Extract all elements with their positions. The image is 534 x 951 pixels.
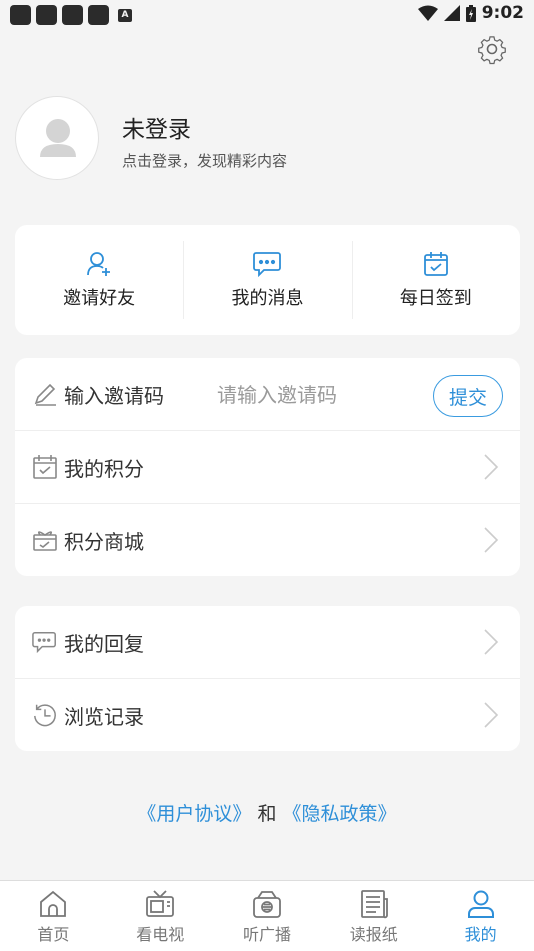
tab-radio[interactable]: 听广播 xyxy=(214,881,321,951)
my-points-label: 我的积分 xyxy=(64,456,144,481)
battery-icon xyxy=(465,4,476,22)
my-messages-label: 我的消息 xyxy=(231,288,304,309)
newspaper-icon xyxy=(360,890,388,919)
invite-code-label: 输入邀请码 xyxy=(64,383,164,408)
tab-label: 听广播 xyxy=(242,925,291,944)
chevron-right-icon xyxy=(484,454,499,480)
home-icon xyxy=(40,890,67,917)
notification-icon xyxy=(88,5,109,25)
status-bar: A 9:02 xyxy=(0,0,534,30)
browsing-history-label: 浏览记录 xyxy=(64,704,144,729)
daily-checkin-label: 每日签到 xyxy=(399,288,472,309)
privacy-policy-link[interactable]: 《隐私政策》 xyxy=(283,803,397,825)
notification-icon xyxy=(36,5,57,25)
login-prompt: 点击登录，发现精彩内容 xyxy=(122,152,288,170)
calendar-check-icon xyxy=(423,252,448,276)
bottom-tab-bar: 首页 看电视 听广播 读报纸 我的 xyxy=(0,880,534,951)
chevron-right-icon xyxy=(484,527,499,553)
invite-code-row: 输入邀请码 提交 xyxy=(15,358,520,430)
history-clock-icon xyxy=(32,702,58,728)
tab-newspaper[interactable]: 读报纸 xyxy=(320,881,427,951)
tab-label: 读报纸 xyxy=(349,925,398,944)
profile-header[interactable]: 未登录 点击登录，发现精彩内容 xyxy=(15,96,435,182)
tab-label: 看电视 xyxy=(136,925,185,944)
avatar[interactable] xyxy=(15,96,99,180)
points-mall-label: 积分商城 xyxy=(64,529,144,554)
notification-icon xyxy=(10,5,31,25)
message-icon xyxy=(253,252,282,278)
legal-links: 《用户协议》 和 《隐私政策》 xyxy=(0,799,534,826)
and-text: 和 xyxy=(257,803,277,825)
menu-item-points-mall[interactable]: 积分商城 xyxy=(15,503,520,576)
gift-box-icon xyxy=(32,527,58,553)
notification-icon xyxy=(62,5,83,25)
signal-icon xyxy=(443,5,460,21)
notification-icons: A xyxy=(10,5,132,25)
tab-mine[interactable]: 我的 xyxy=(427,881,534,951)
menu-item-my-replies[interactable]: 我的回复 xyxy=(15,606,520,678)
pencil-icon xyxy=(32,381,58,407)
login-status-title[interactable]: 未登录 xyxy=(122,110,191,144)
settings-gear-icon[interactable] xyxy=(476,33,508,65)
clock: 9:02 xyxy=(481,3,524,23)
tab-label: 首页 xyxy=(37,925,70,944)
menu-card-points: 输入邀请码 提交 我的积分 积分商城 xyxy=(15,358,520,576)
add-user-icon xyxy=(87,252,111,276)
points-calendar-icon xyxy=(32,454,58,480)
tv-icon xyxy=(146,890,175,917)
my-replies-label: 我的回复 xyxy=(64,631,144,656)
user-agreement-link[interactable]: 《用户协议》 xyxy=(137,803,251,825)
submit-invite-button[interactable]: 提交 xyxy=(433,375,503,417)
invite-friends-label: 邀请好友 xyxy=(63,288,136,309)
daily-checkin-button[interactable]: 每日签到 xyxy=(351,225,520,335)
reply-bubble-icon xyxy=(32,629,58,655)
default-user-avatar-icon xyxy=(40,119,76,157)
quick-actions-card: 邀请好友 我的消息 每日签到 xyxy=(15,225,520,335)
wifi-icon xyxy=(417,5,438,21)
tab-label: 我的 xyxy=(464,925,497,944)
tab-tv[interactable]: 看电视 xyxy=(107,881,214,951)
notification-a-icon: A xyxy=(118,8,132,22)
my-messages-button[interactable]: 我的消息 xyxy=(183,225,351,335)
menu-card-activity: 我的回复 浏览记录 xyxy=(15,606,520,751)
chevron-right-icon xyxy=(484,702,499,728)
menu-item-browsing-history[interactable]: 浏览记录 xyxy=(15,678,520,751)
chevron-right-icon xyxy=(484,629,499,655)
radio-icon xyxy=(253,891,281,918)
tab-home[interactable]: 首页 xyxy=(0,881,107,951)
invite-code-input[interactable] xyxy=(215,372,429,418)
user-icon xyxy=(467,890,494,918)
system-indicators: 9:02 xyxy=(417,3,524,23)
invite-friends-button[interactable]: 邀请好友 xyxy=(15,225,183,335)
menu-item-my-points[interactable]: 我的积分 xyxy=(15,430,520,503)
